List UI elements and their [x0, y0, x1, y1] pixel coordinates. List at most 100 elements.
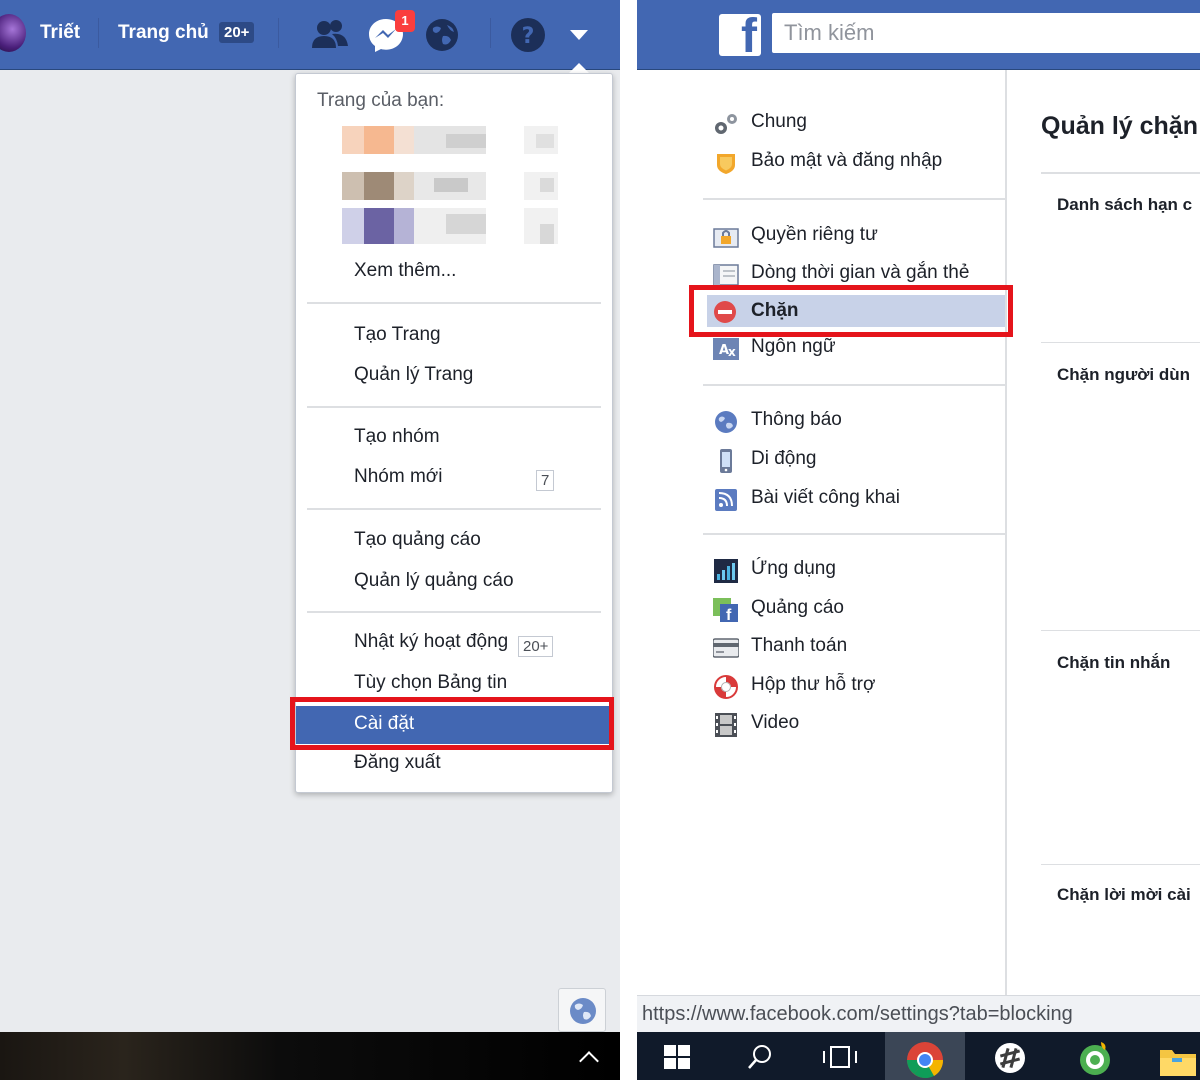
sidebar-item-label: Dòng thời gian và gắn thẻ [751, 262, 970, 283]
block-messages-section[interactable]: Chặn tin nhắn [1057, 653, 1170, 673]
activity-log-item[interactable]: Nhật ký hoạt động [354, 631, 508, 653]
notifications-globe-icon [715, 411, 737, 433]
mobile-phone-icon [720, 449, 732, 473]
block-app-invites-section[interactable]: Chặn lời mời cài [1057, 885, 1191, 905]
create-ads-item[interactable]: Tạo quảng cáo [354, 529, 481, 551]
taskbar-search-button[interactable] [720, 1032, 800, 1080]
create-group-item[interactable]: Tạo nhóm [354, 426, 440, 448]
desktop-taskbar-strip [0, 1032, 620, 1080]
sidebar-item-label: Ngôn ngữ [751, 336, 836, 357]
friend-requests-icon[interactable] [310, 16, 348, 54]
profile-avatar[interactable] [0, 14, 26, 52]
sidebar-divider [703, 198, 1005, 200]
svg-text:x: x [728, 345, 736, 359]
sidebar-item-label: Bảo mật và đăng nhập [751, 150, 943, 171]
windows-taskbar [637, 1032, 1200, 1080]
task-view-icon [823, 1046, 857, 1068]
timeline-icon [713, 264, 739, 286]
menu-divider [307, 611, 601, 613]
settings-highlight-box [290, 697, 614, 750]
sidebar-item-label: Chung [751, 111, 807, 132]
windows-start-icon [664, 1045, 690, 1069]
svg-text:?: ? [522, 24, 535, 49]
help-icon[interactable]: ? [509, 16, 547, 54]
menu-divider [307, 406, 601, 408]
slack-icon [995, 1043, 1025, 1073]
sidebar-divider [703, 384, 1005, 386]
blocking-highlight-box [689, 285, 1013, 337]
language-globe-button[interactable] [558, 988, 606, 1032]
sidebar-item-label: Quyền riêng tư [751, 224, 878, 245]
account-dropdown-menu: Trang của bạn: Xem thêm... Tạo Trang Quả… [295, 73, 613, 793]
blocking-settings-content: Quản lý chặn Danh sách hạn c Chặn người … [1009, 70, 1200, 995]
topbar-divider [490, 18, 491, 48]
facebook-top-bar: Triết Trang chủ 20+ 1 ? [0, 0, 620, 70]
browser-status-bar: https://www.facebook.com/settings?tab=bl… [637, 995, 1200, 1032]
content-divider [1041, 172, 1200, 174]
your-pages-header: Trang của bạn: [317, 90, 445, 111]
slack-taskbar-button[interactable] [970, 1032, 1050, 1080]
status-url: https://www.facebook.com/settings?tab=bl… [642, 1003, 1073, 1025]
search-icon [748, 1045, 771, 1069]
chrome-icon [907, 1042, 944, 1079]
facebook-logo[interactable]: f [719, 10, 761, 63]
home-link[interactable]: Trang chủ [118, 22, 209, 44]
windows-start-button[interactable] [637, 1032, 717, 1080]
news-feed-preferences-item[interactable]: Tùy chọn Bảng tin [354, 672, 507, 694]
gears-icon [715, 114, 737, 134]
right-screenshot-panel: f Chung Bảo mật và đăng nhập [637, 0, 1200, 1080]
content-divider [1041, 342, 1200, 343]
panel-gap [620, 0, 637, 1080]
file-explorer-taskbar-button[interactable] [1140, 1032, 1200, 1080]
credit-card-icon [713, 638, 739, 658]
apps-grid-icon [714, 559, 738, 583]
new-groups-count: 7 [536, 470, 555, 491]
activity-log-count: 20+ [518, 636, 554, 657]
create-page-item[interactable]: Tạo Trang [354, 324, 441, 346]
new-groups-item[interactable]: Nhóm mới [354, 466, 442, 488]
manage-ads-item[interactable]: Quản lý quảng cáo [354, 570, 514, 592]
home-badge: 20+ [219, 22, 255, 43]
rss-feed-icon [715, 489, 737, 511]
messages-badge: 1 [395, 10, 415, 32]
menu-divider [307, 302, 601, 304]
profile-name-link[interactable]: Triết [40, 22, 80, 44]
logout-item[interactable]: Đăng xuất [354, 752, 441, 774]
see-more-pages-link[interactable]: Xem thêm... [354, 260, 456, 282]
left-screenshot-panel: Triết Trang chủ 20+ 1 ? Trang của bạn: X… [0, 0, 620, 1080]
file-explorer-icon [1160, 1050, 1196, 1076]
facebook-logo-letter: f [741, 10, 757, 63]
content-divider [1041, 864, 1200, 865]
sidebar-item-label: Di động [751, 448, 817, 469]
settings-sidebar: Chung Bảo mật và đăng nhập Quyền riêng t… [637, 70, 1007, 995]
sidebar-item-label: Quảng cáo [751, 597, 844, 618]
globe-icon [570, 998, 596, 1024]
lifebuoy-icon [714, 675, 738, 699]
ads-icon: f [713, 598, 738, 622]
film-strip-icon [715, 713, 737, 737]
content-divider [1041, 630, 1200, 631]
sidebar-divider [703, 533, 1005, 535]
coccoc-browser-icon [1080, 1042, 1110, 1075]
sidebar-item-label: Thanh toán [751, 635, 848, 656]
dropdown-arrow-icon[interactable] [568, 24, 590, 46]
topbar-divider [98, 18, 99, 48]
facebook-top-bar: f [637, 0, 1200, 70]
coccoc-taskbar-button[interactable] [1055, 1032, 1135, 1080]
sidebar-item-label: Thông báo [751, 409, 842, 430]
sidebar-item-label: Bài viết công khai [751, 487, 900, 508]
task-view-button[interactable] [800, 1032, 880, 1080]
sidebar-item-label: Hộp thư hỗ trợ [751, 674, 876, 695]
manage-page-item[interactable]: Quản lý Trang [354, 364, 473, 386]
security-badge-icon [717, 154, 735, 174]
language-icon: A x [713, 338, 739, 360]
privacy-lock-icon [713, 228, 739, 248]
block-users-section[interactable]: Chặn người dùn [1057, 365, 1190, 385]
page-title: Quản lý chặn [1041, 112, 1198, 140]
search-input[interactable] [772, 13, 1200, 53]
topbar-divider [278, 18, 279, 48]
restricted-list-section[interactable]: Danh sách hạn c [1057, 195, 1192, 215]
notifications-globe-icon[interactable] [423, 16, 461, 54]
chrome-taskbar-button[interactable] [885, 1032, 965, 1080]
sidebar-item-label: Ứng dụng [751, 558, 836, 579]
